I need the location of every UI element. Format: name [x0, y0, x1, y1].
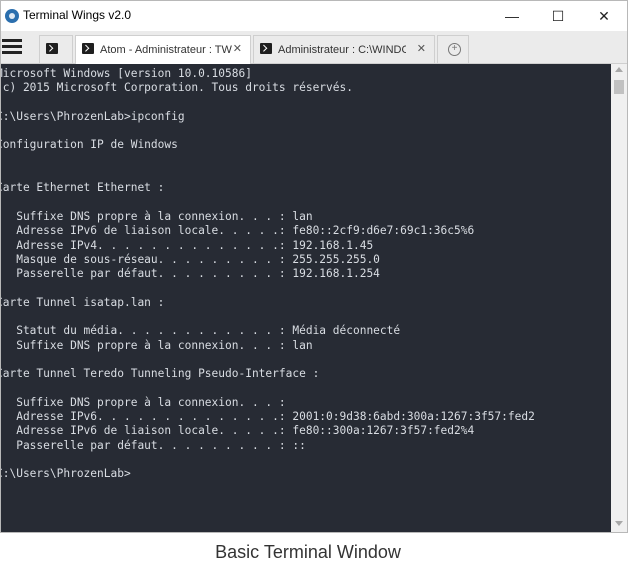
vertical-scrollbar[interactable] — [611, 64, 627, 532]
figure-caption: Basic Terminal Window — [215, 542, 401, 562]
maximize-button[interactable]: ☐ — [535, 1, 581, 31]
powershell-icon — [260, 43, 272, 54]
close-button[interactable]: ✕ — [581, 1, 627, 31]
hamburger-icon-line — [2, 51, 22, 54]
terminal-output[interactable]: Microsoft Windows [version 10.0.10586] (… — [1, 64, 611, 532]
powershell-icon — [82, 43, 94, 54]
tab-close-icon[interactable]: ✕ — [417, 42, 426, 55]
tab-close-icon[interactable]: ✕ — [233, 42, 242, 55]
tab-label: Administrateur : C:\WINDO — [278, 44, 406, 56]
scroll-thumb[interactable] — [614, 80, 624, 94]
tab-atom-administrateur[interactable]: Atom - Administrateur : TW ✕ — [75, 35, 251, 64]
minimize-button[interactable]: — — [489, 1, 535, 31]
minimize-icon: — — [505, 8, 519, 24]
add-tab-icon: + — [448, 43, 461, 56]
window-title: Terminal Wings v2.0 — [23, 8, 132, 22]
close-icon: ✕ — [598, 7, 610, 24]
maximize-icon: ☐ — [551, 7, 565, 24]
app-logo-icon — [5, 9, 19, 23]
new-tab-button[interactable]: + — [437, 35, 469, 63]
app-window: Terminal Wings v2.0 — ☐ ✕ Atom - Adminis… — [0, 0, 628, 533]
title-bar[interactable]: Terminal Wings v2.0 — ☐ ✕ — [1, 1, 627, 31]
tab-administrateur-windows[interactable]: Administrateur : C:\WINDO ✕ — [253, 35, 435, 63]
scroll-up-arrow-icon[interactable] — [615, 67, 623, 72]
menu-button[interactable] — [2, 39, 22, 54]
terminal-text: Microsoft Windows [version 10.0.10586] (… — [1, 67, 535, 481]
scroll-down-arrow-icon[interactable] — [615, 521, 623, 526]
tab-label: Atom - Administrateur : TW — [100, 44, 232, 56]
tab-powershell[interactable] — [39, 35, 73, 63]
powershell-icon — [46, 43, 58, 54]
hamburger-icon-line — [2, 45, 22, 48]
tab-bar: Atom - Administrateur : TW ✕ Administrat… — [1, 31, 627, 64]
hamburger-icon — [2, 39, 22, 42]
